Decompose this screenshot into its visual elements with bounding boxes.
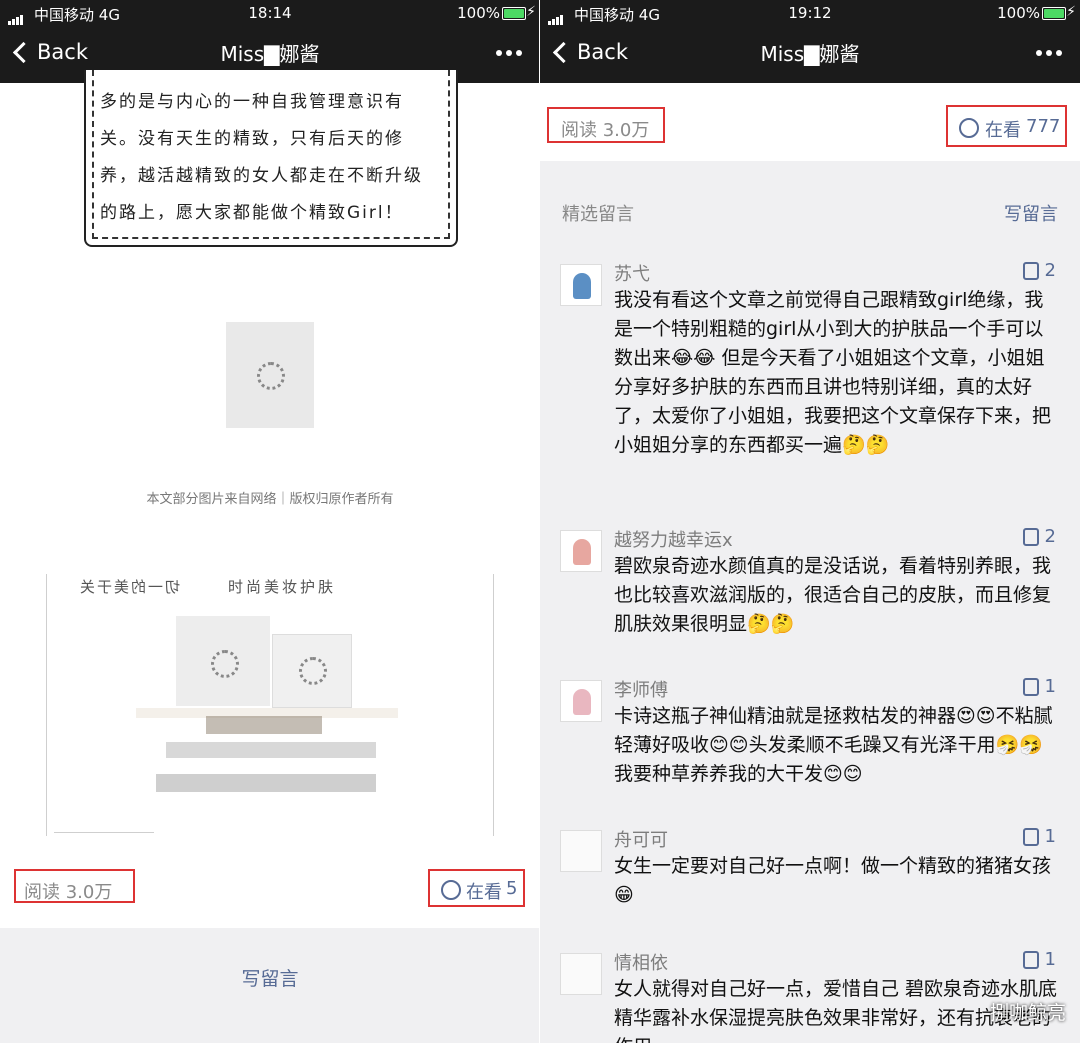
page-title: Miss▇娜酱: [220, 42, 320, 66]
avatar: [560, 264, 602, 306]
quote-card: 多的是与内心的一种自我管理意识有关。没有天生的精致，只有后天的修养，越活越精致的…: [84, 70, 458, 247]
thumbs-up-icon: [1022, 527, 1039, 546]
battery-percent: 100%: [997, 4, 1040, 22]
right-screenshot: 中国移动 4G 19:12 100% ⚡ Back Miss▇娜酱 精选留言 写…: [540, 0, 1080, 1043]
image-credit: 本文部分图片来自网络｜版权归原作者所有: [146, 492, 394, 507]
comment-text: 我没有看这个文章之前觉得自己跟精致girl绝缘，我是一个特别粗糙的girl从小到…: [614, 289, 1052, 456]
left-screenshot: 中国移动 4G 18:14 100% ⚡ Back Miss▇娜酱 多的是与内心…: [0, 0, 540, 1043]
look-button[interactable]: 在看 777: [946, 105, 1067, 147]
charging-icon: ⚡: [526, 4, 536, 20]
more-button[interactable]: [496, 50, 522, 56]
poster-image: 切一的美于关 时尚美妆护肤: [44, 570, 496, 836]
nav-bar: Back Miss▇娜酱: [540, 28, 1080, 83]
article-text: 多的是与内心的一种自我管理意识有关。没有天生的精致，只有后天的修养，越活越精致的…: [100, 92, 423, 223]
comment-text: 女生一定要对自己好一点啊！做一个精致的猪猪女孩😁: [614, 855, 1052, 906]
avatar: [560, 953, 602, 995]
charging-icon: ⚡: [1066, 4, 1076, 20]
comment-text: 卡诗这瓶子神仙精油就是拯救枯发的神器😍😍不粘腻轻薄好吸收😊😊头发柔顺不毛躁又有光…: [614, 705, 1053, 785]
battery-percent: 100%: [457, 4, 500, 22]
image-placeholder: [226, 322, 314, 428]
thumbs-up-icon: [1022, 827, 1039, 846]
like-button[interactable]: 2: [1022, 260, 1056, 281]
like-button[interactable]: 2: [1022, 526, 1056, 547]
poster-text-right: 时尚美妆护肤: [228, 578, 337, 596]
write-comment-button[interactable]: 写留言: [0, 964, 540, 991]
avatar: [560, 830, 602, 872]
thumbs-up-icon: [1022, 950, 1039, 969]
comment-author: 李师傅: [614, 680, 668, 701]
more-button[interactable]: [1036, 50, 1062, 56]
section-title: 精选留言: [562, 204, 634, 225]
status-bar: 中国移动 4G 18:14 100% ⚡: [0, 0, 540, 28]
look-button[interactable]: 在看 5: [428, 869, 525, 907]
comment-author: 情相依: [614, 953, 668, 974]
loading-icon: [257, 362, 285, 390]
like-button[interactable]: 1: [1022, 676, 1056, 697]
poster-text-left: 切一的美于关: [78, 578, 181, 596]
read-count: 阅读 3.0万: [547, 107, 665, 143]
flower-icon: [959, 118, 979, 138]
comment-author: 苏弋: [614, 264, 650, 285]
avatar: [560, 680, 602, 722]
like-button[interactable]: 1: [1022, 949, 1056, 970]
loading-icon: [211, 650, 239, 678]
comment-text: 碧欧泉奇迹水颜值真的是没话说，看着特别养眼，我也比较喜欢滋润版的，很适合自己的皮…: [614, 555, 1052, 635]
battery-icon: [1042, 7, 1066, 20]
flower-icon: [441, 880, 461, 900]
avatar: [560, 530, 602, 572]
comment-author: 舟可可: [614, 830, 668, 851]
comment-author: 越努力越幸运x: [614, 530, 733, 551]
battery-icon: [502, 7, 526, 20]
page-title: Miss▇娜酱: [760, 42, 860, 66]
comment-footer: 写留言: [0, 928, 540, 1043]
like-button[interactable]: 1: [1022, 826, 1056, 847]
thumbs-up-icon: [1022, 261, 1039, 280]
write-comment-button[interactable]: 写留言: [1004, 200, 1058, 226]
status-bar: 中国移动 4G 19:12 100% ⚡: [540, 0, 1080, 28]
watermark: 捌咖鲸亮: [989, 1002, 1066, 1024]
thumbs-up-icon: [1022, 677, 1039, 696]
loading-icon: [299, 657, 327, 685]
read-count: 阅读 3.0万: [14, 869, 135, 903]
